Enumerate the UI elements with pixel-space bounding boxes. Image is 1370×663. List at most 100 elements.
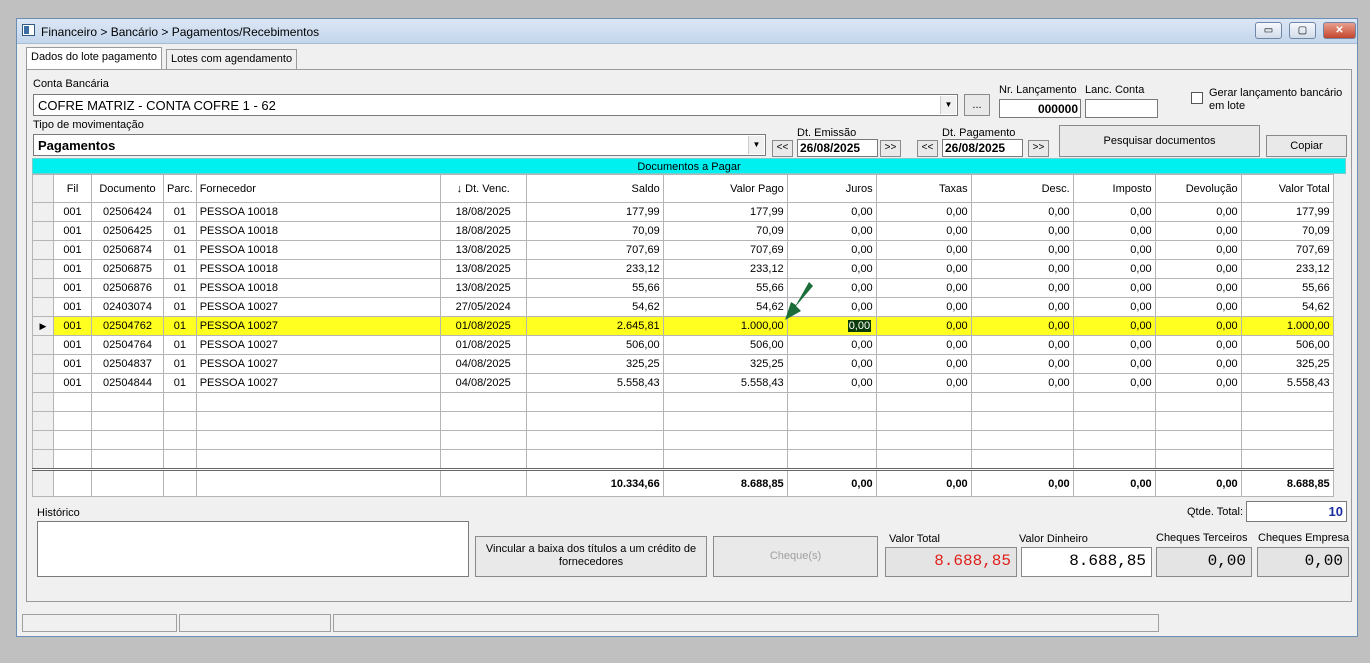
cell-desc[interactable]: 0,00 bbox=[970, 297, 1074, 317]
tab-lotes-agendamento[interactable]: Lotes com agendamento bbox=[166, 49, 298, 69]
cell-valor-pago[interactable]: 177,99 bbox=[662, 202, 788, 222]
cell-dt-venc[interactable]: 27/05/2024 bbox=[439, 297, 527, 317]
col-header-devolucao[interactable]: Devolução bbox=[1154, 174, 1242, 203]
row-indicator[interactable] bbox=[32, 373, 54, 393]
cell-fornecedor[interactable]: PESSOA 10018 bbox=[195, 259, 441, 279]
dt-emissao-field[interactable]: 26/08/2025 bbox=[797, 139, 878, 157]
cell-dt-venc[interactable]: 18/08/2025 bbox=[439, 221, 527, 241]
col-header-dt-venc[interactable]: ↓ Dt. Venc. bbox=[439, 174, 527, 203]
cell-valor-total[interactable]: 177,99 bbox=[1240, 202, 1334, 222]
cell-imposto[interactable]: 0,00 bbox=[1072, 354, 1156, 374]
tab-dados-lote[interactable]: Dados do lote pagamento bbox=[26, 47, 162, 70]
cell-parc[interactable]: 01 bbox=[163, 202, 197, 222]
cell-imposto[interactable]: 0,00 bbox=[1072, 335, 1156, 355]
cell-devolucao[interactable]: 0,00 bbox=[1154, 278, 1242, 298]
cell-taxas[interactable]: 0,00 bbox=[875, 240, 972, 260]
row-indicator[interactable] bbox=[32, 202, 54, 222]
table-row[interactable]: 001 02506425 01 PESSOA 10018 18/08/2025 70,09… bbox=[32, 221, 1334, 241]
cell-valor-pago[interactable]: 5.558,43 bbox=[662, 373, 788, 393]
cell-dt-venc[interactable]: 18/08/2025 bbox=[439, 202, 527, 222]
cell-devolucao[interactable]: 0,00 bbox=[1154, 335, 1242, 355]
cell-documento[interactable]: 02504762 bbox=[91, 316, 164, 336]
cell-parc[interactable]: 01 bbox=[163, 278, 197, 298]
cell-taxas[interactable]: 0,00 bbox=[875, 297, 972, 317]
table-row[interactable]: 001 02504837 01 PESSOA 10027 04/08/2025 325,2… bbox=[32, 354, 1334, 374]
cell-fornecedor[interactable]: PESSOA 10027 bbox=[195, 297, 441, 317]
cell-juros[interactable]: 0,00 bbox=[786, 373, 877, 393]
row-indicator[interactable] bbox=[32, 259, 54, 279]
cell-dt-venc[interactable]: 13/08/2025 bbox=[439, 278, 527, 298]
cell-documento[interactable]: 02504764 bbox=[91, 335, 164, 355]
cell-dt-venc[interactable]: 13/08/2025 bbox=[439, 240, 527, 260]
row-indicator[interactable] bbox=[32, 297, 54, 317]
vincular-credito-button[interactable]: Vincular a baixa dos títulos a um crédit… bbox=[475, 536, 707, 577]
cell-documento[interactable]: 02403074 bbox=[91, 297, 164, 317]
row-indicator[interactable] bbox=[32, 354, 54, 374]
cell-desc[interactable]: 0,00 bbox=[970, 354, 1074, 374]
cell-valor-pago[interactable]: 707,69 bbox=[662, 240, 788, 260]
cell-parc[interactable]: 01 bbox=[163, 297, 197, 317]
cell-devolucao[interactable]: 0,00 bbox=[1154, 297, 1242, 317]
cell-taxas[interactable]: 0,00 bbox=[875, 335, 972, 355]
cell-juros[interactable]: 0,00 bbox=[786, 259, 877, 279]
col-header-imposto[interactable]: Imposto bbox=[1072, 174, 1156, 203]
cell-saldo[interactable]: 233,12 bbox=[525, 259, 664, 279]
cell-documento[interactable]: 02504844 bbox=[91, 373, 164, 393]
dt-pagamento-next-button[interactable]: >> bbox=[1028, 140, 1049, 157]
cell-imposto[interactable]: 0,00 bbox=[1072, 221, 1156, 241]
table-row[interactable]: 001 02403074 01 PESSOA 10027 27/05/2024 54,62… bbox=[32, 297, 1334, 317]
cell-documento[interactable]: 02506425 bbox=[91, 221, 164, 241]
row-indicator[interactable]: ▶ bbox=[32, 316, 54, 336]
cell-desc[interactable]: 0,00 bbox=[970, 259, 1074, 279]
cell-juros-editor[interactable]: 0,00 bbox=[847, 320, 872, 332]
cell-saldo[interactable]: 506,00 bbox=[525, 335, 664, 355]
pesquisar-documentos-button[interactable]: Pesquisar documentos bbox=[1059, 125, 1260, 157]
cell-imposto[interactable]: 0,00 bbox=[1072, 316, 1156, 336]
cell-documento[interactable]: 02506874 bbox=[91, 240, 164, 260]
cell-valor-pago[interactable]: 1.000,00 bbox=[662, 316, 788, 336]
cell-desc[interactable]: 0,00 bbox=[970, 202, 1074, 222]
cell-fil[interactable]: 001 bbox=[53, 278, 92, 298]
valor-dinheiro-field[interactable]: 8.688,85 bbox=[1021, 547, 1152, 577]
table-row[interactable]: 001 02506876 01 PESSOA 10018 13/08/2025 55,66… bbox=[32, 278, 1334, 298]
col-header-valor-total[interactable]: Valor Total bbox=[1240, 174, 1334, 203]
cell-fornecedor[interactable]: PESSOA 10027 bbox=[195, 354, 441, 374]
conta-lookup-button[interactable]: ... bbox=[964, 94, 990, 116]
cell-valor-pago[interactable]: 233,12 bbox=[662, 259, 788, 279]
cell-valor-pago[interactable]: 54,62 bbox=[662, 297, 788, 317]
cell-valor-pago[interactable]: 70,09 bbox=[662, 221, 788, 241]
row-indicator[interactable] bbox=[32, 335, 54, 355]
cell-imposto[interactable]: 0,00 bbox=[1072, 373, 1156, 393]
col-header-fil[interactable]: Fil bbox=[53, 174, 92, 203]
cell-juros[interactable]: 0,00 bbox=[786, 240, 877, 260]
cell-imposto[interactable]: 0,00 bbox=[1072, 240, 1156, 260]
cell-documento[interactable]: 02504837 bbox=[91, 354, 164, 374]
cell-fil[interactable]: 001 bbox=[53, 221, 92, 241]
cell-documento[interactable]: 02506875 bbox=[91, 259, 164, 279]
cell-valor-total[interactable]: 325,25 bbox=[1240, 354, 1334, 374]
cell-fil[interactable]: 001 bbox=[53, 316, 92, 336]
close-button[interactable]: ✕ bbox=[1323, 22, 1356, 39]
tipo-movimentacao-select[interactable]: Pagamentos ▼ bbox=[33, 134, 766, 156]
cell-fil[interactable]: 001 bbox=[53, 354, 92, 374]
cell-parc[interactable]: 01 bbox=[163, 240, 197, 260]
chevron-down-icon[interactable]: ▼ bbox=[940, 96, 956, 114]
col-header-juros[interactable]: Juros bbox=[786, 174, 877, 203]
table-row[interactable]: 001 02504764 01 PESSOA 10027 01/08/2025 506,0… bbox=[32, 335, 1334, 355]
cell-saldo[interactable]: 54,62 bbox=[525, 297, 664, 317]
cell-valor-total[interactable]: 506,00 bbox=[1240, 335, 1334, 355]
cell-desc[interactable]: 0,00 bbox=[970, 316, 1074, 336]
dt-pagamento-field[interactable]: 26/08/2025 bbox=[942, 139, 1023, 157]
cell-devolucao[interactable]: 0,00 bbox=[1154, 259, 1242, 279]
cell-valor-pago[interactable]: 55,66 bbox=[662, 278, 788, 298]
cell-parc[interactable]: 01 bbox=[163, 335, 197, 355]
cell-desc[interactable]: 0,00 bbox=[970, 373, 1074, 393]
row-indicator[interactable] bbox=[32, 221, 54, 241]
cell-taxas[interactable]: 0,00 bbox=[875, 278, 972, 298]
cell-parc[interactable]: 01 bbox=[163, 259, 197, 279]
cell-valor-total[interactable]: 5.558,43 bbox=[1240, 373, 1334, 393]
cell-documento[interactable]: 02506876 bbox=[91, 278, 164, 298]
col-header-valor-pago[interactable]: Valor Pago bbox=[662, 174, 788, 203]
cell-taxas[interactable]: 0,00 bbox=[875, 373, 972, 393]
col-header-parc[interactable]: Parc. bbox=[163, 174, 197, 203]
